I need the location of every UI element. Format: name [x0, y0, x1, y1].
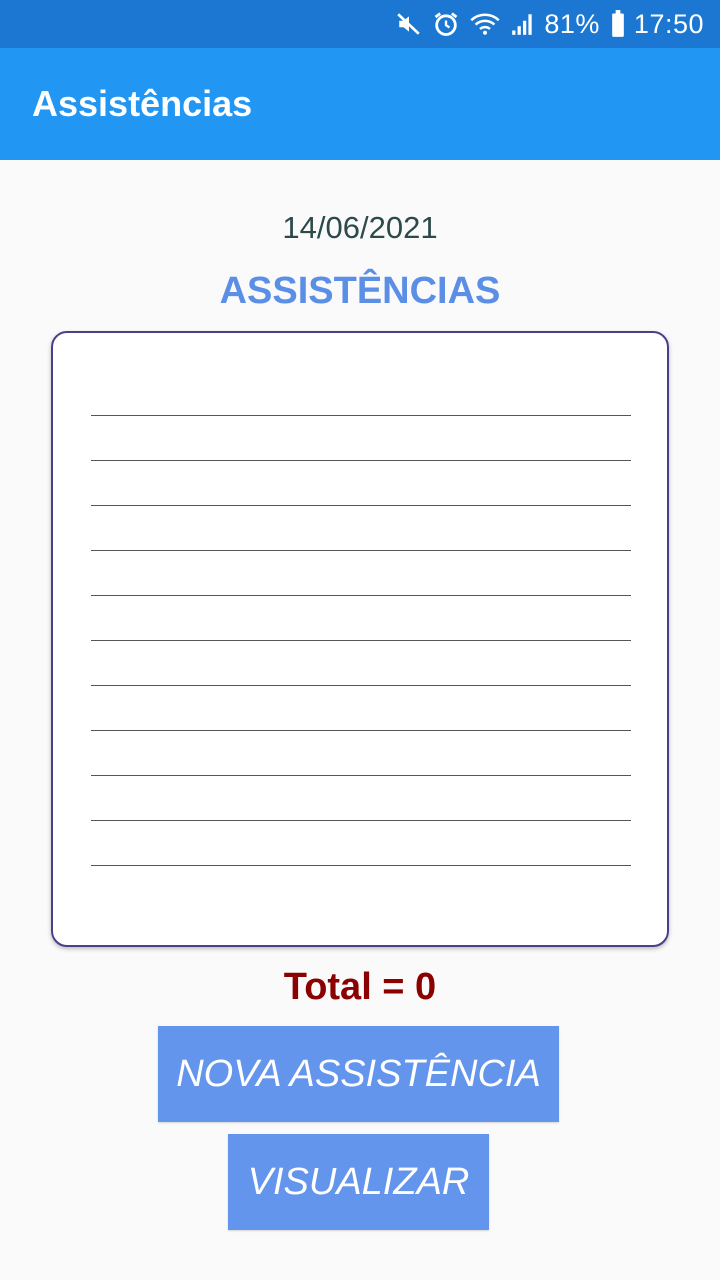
list-row[interactable]	[91, 775, 631, 776]
list-row[interactable]	[91, 595, 631, 596]
list-row[interactable]	[91, 460, 631, 461]
battery-icon	[610, 10, 626, 38]
battery-percentage: 81%	[544, 8, 600, 39]
section-title: ASSISTÊNCIAS	[219, 270, 501, 312]
total-label: Total = 0	[283, 966, 437, 1008]
alarm-icon	[432, 10, 460, 38]
new-assistance-button[interactable]: NOVA ASSISTÊNCIA	[158, 1026, 559, 1122]
wifi-icon	[470, 11, 500, 37]
list-row[interactable]	[91, 820, 631, 821]
list-row[interactable]	[91, 640, 631, 641]
signal-icon	[510, 11, 536, 37]
assistances-list[interactable]	[51, 331, 669, 947]
mute-icon	[396, 11, 422, 37]
date-label: 14/06/2021	[282, 210, 438, 245]
list-row[interactable]	[91, 685, 631, 686]
clock: 17:50	[633, 8, 704, 39]
list-row[interactable]	[91, 505, 631, 506]
status-bar: 81% 17:50	[0, 0, 720, 48]
list-row[interactable]	[91, 865, 631, 866]
app-bar: Assistências	[0, 48, 720, 160]
list-row[interactable]	[91, 550, 631, 551]
list-row[interactable]	[91, 415, 631, 416]
app-title: Assistências	[32, 83, 253, 124]
list-row[interactable]	[91, 730, 631, 731]
view-button[interactable]: VISUALIZAR	[228, 1134, 489, 1230]
